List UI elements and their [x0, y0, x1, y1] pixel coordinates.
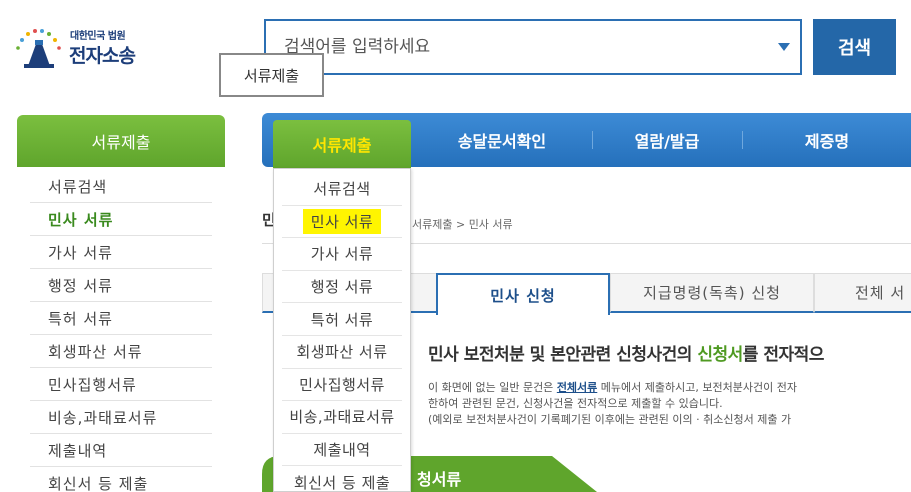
nav-item-view-issue[interactable]: 열람/발급 — [592, 113, 742, 167]
search-input[interactable] — [284, 31, 724, 63]
logo-title: 전자소송 — [69, 45, 136, 67]
sidebar-item-patent[interactable]: 특허 서류 — [30, 302, 212, 335]
submission-dropdown-menu: 서류검색 민사 서류 가사 서류 행정 서류 특허 서류 회생파산 서류 민사집… — [273, 168, 411, 492]
dropdown-item-administrative[interactable]: 행정 서류 — [282, 271, 402, 304]
nav-item-certificates[interactable]: 제증명 — [742, 113, 911, 167]
dropdown-item-family[interactable]: 가사 서류 — [282, 238, 402, 271]
logo-subtitle: 대한민국 법원 — [70, 31, 126, 42]
chevron-down-icon[interactable] — [778, 43, 790, 51]
tab-civil-application[interactable]: 민사 신청 — [436, 273, 610, 315]
court-logo[interactable]: 대한민국 법원 전자소송 — [14, 26, 174, 72]
dropdown-item-civil-label: 민사 서류 — [302, 208, 382, 234]
tab-all-documents[interactable]: 전체 서 — [814, 273, 911, 313]
desc-line-2: 한하여 관련된 문건, 신청사건을 전자적으로 제출할 수 있습니다. — [428, 397, 723, 410]
nav-item-delivery-check[interactable]: 송달문서확인 — [412, 113, 592, 167]
search-button[interactable]: 검색 — [813, 19, 896, 75]
sidebar-item-administrative[interactable]: 행정 서류 — [30, 269, 212, 302]
sidebar-title: 서류제출 — [17, 115, 225, 167]
sidebar-item-document-search[interactable]: 서류검색 — [30, 170, 212, 203]
dropdown-item-civil-execution[interactable]: 민사집행서류 — [282, 369, 402, 402]
court-emblem-icon — [16, 29, 61, 68]
dropdown-item-non-contentious[interactable]: 비송,과태료서류 — [282, 401, 402, 434]
sidebar-item-family[interactable]: 가사 서류 — [30, 236, 212, 269]
search-box — [264, 19, 802, 75]
desc-text: 이 화면에 없는 일반 문건은 — [428, 381, 557, 394]
desc-text: 메뉴에서 제출하시고, 보전처분사건이 전자 — [597, 381, 797, 394]
tab-payment-order[interactable]: 지급명령(독촉) 신청 — [610, 273, 814, 313]
sidebar-item-civil-execution[interactable]: 민사집행서류 — [30, 368, 212, 401]
headline-emphasis: 신청서 — [697, 345, 743, 365]
dropdown-item-civil[interactable]: 민사 서류 — [282, 206, 402, 239]
headline-text-end: 를 전자적으 — [742, 345, 825, 365]
content-headline: 민사 보전처분 및 본안관련 신청사건의 신청서를 전자적으 — [428, 340, 824, 365]
desc-line-3: (예외로 보전처분사건이 기록폐기된 이후에는 관련된 이의 · 취소신청서 제… — [428, 413, 792, 426]
tooltip: 서류제출 — [219, 53, 324, 97]
desc-line-1: 이 화면에 없는 일반 문건은 전체서류 메뉴에서 제출하시고, 보전처분사건이… — [428, 380, 797, 396]
sidebar-item-bankruptcy[interactable]: 회생파산 서류 — [30, 335, 212, 368]
breadcrumb: 서류제출 > 민사 서류 — [412, 218, 513, 231]
dropdown-item-submission-history[interactable]: 제출내역 — [282, 434, 402, 467]
dropdown-item-document-search[interactable]: 서류검색 — [282, 173, 402, 206]
content-description: 이 화면에 없는 일반 문건은 전체서류 메뉴에서 제출하시고, 보전처분사건이… — [428, 380, 797, 428]
sidebar-menu: 서류검색 민사 서류 가사 서류 행정 서류 특허 서류 회생파산 서류 민사집… — [17, 167, 225, 492]
headline-text: 민사 보전처분 및 본안관련 신청사건의 — [428, 345, 698, 365]
dropdown-item-patent[interactable]: 특허 서류 — [282, 303, 402, 336]
section-title: 청서류 — [417, 470, 462, 489]
sidebar: 서류제출 서류검색 민사 서류 가사 서류 행정 서류 특허 서류 회생파산 서… — [17, 115, 225, 492]
dropdown-item-reply-submission[interactable]: 회신서 등 제출 — [282, 466, 402, 492]
sidebar-item-reply-submission[interactable]: 회신서 등 제출 — [30, 467, 212, 492]
sidebar-item-non-contentious[interactable]: 비송,과태료서류 — [30, 401, 212, 434]
dropdown-item-bankruptcy[interactable]: 회생파산 서류 — [282, 336, 402, 369]
sidebar-item-submission-history[interactable]: 제출내역 — [30, 434, 212, 467]
sidebar-item-civil[interactable]: 민사 서류 — [30, 203, 212, 236]
nav-item-document-submission[interactable]: 서류제출 — [273, 120, 411, 168]
all-documents-link[interactable]: 전체서류 — [557, 381, 597, 394]
